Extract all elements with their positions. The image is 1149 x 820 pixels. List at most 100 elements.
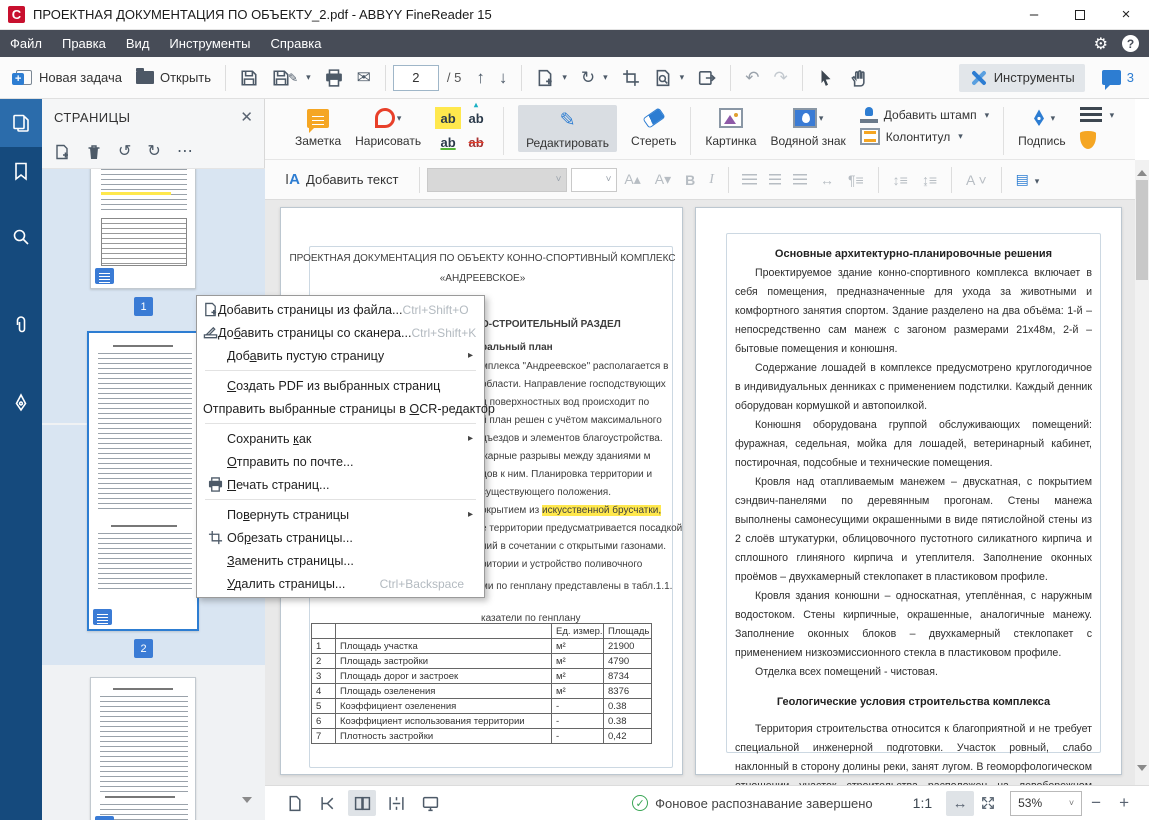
rotate-page-button[interactable]: ↻▾ [574, 64, 615, 91]
context-menu-item[interactable]: Отправить по почте... [197, 450, 484, 473]
edit-button[interactable]: ✎ Редактировать [518, 105, 617, 152]
sidebar-item-signature[interactable] [0, 379, 42, 427]
sidebar-item-pages[interactable] [0, 99, 42, 147]
help-icon[interactable]: ? [1122, 35, 1139, 52]
maximize-button[interactable] [1057, 0, 1103, 29]
highlight-button[interactable]: ab [435, 107, 461, 129]
page-thumbnail[interactable] [90, 677, 196, 820]
bold-button[interactable]: B [685, 172, 695, 188]
font-size-select[interactable]: ˅ [571, 168, 617, 192]
redaction-button[interactable]: ▾ [1080, 107, 1115, 123]
previous-page-button[interactable]: ↑ [469, 64, 492, 91]
paragraph-mark-icon[interactable]: ¶≡ [848, 172, 864, 188]
context-menu-item[interactable]: Отправить выбранные страницы в OCR-редак… [197, 397, 484, 420]
zoom-in-button[interactable]: + [1119, 793, 1129, 813]
underline-button[interactable]: ab [435, 131, 461, 153]
context-menu-item[interactable]: Создать PDF из выбранных страниц [197, 374, 484, 397]
delete-page-icon[interactable] [86, 144, 102, 160]
align-center-icon[interactable] [769, 174, 781, 185]
page-layout-button[interactable]: ▤ ▾ [1016, 171, 1040, 188]
next-page-button[interactable]: ↓ [492, 64, 515, 91]
tools-panel-button[interactable]: Инструменты [959, 64, 1085, 92]
context-menu-item[interactable]: Печать страниц... [197, 473, 484, 496]
select-cursor-button[interactable] [810, 64, 842, 92]
menu-edit[interactable]: Правка [52, 30, 116, 57]
comments-button[interactable]: 3 [1095, 65, 1141, 90]
align-left-icon[interactable] [742, 174, 757, 185]
zoom-select[interactable]: 53% ˅ [1010, 791, 1082, 816]
more-options-icon[interactable]: ⋯ [177, 144, 194, 160]
insert-caret-button[interactable]: ab [463, 107, 489, 129]
context-menu-item[interactable]: Обрезать страницы... [197, 526, 484, 549]
view-continuous-button[interactable] [314, 790, 342, 816]
panel-scroll-down[interactable] [242, 797, 252, 808]
actual-size-button[interactable]: 1:1 [913, 795, 932, 811]
save-button[interactable] [233, 64, 265, 92]
crop-page-button[interactable] [615, 64, 647, 92]
document-page-right[interactable]: Основные архитектурно-планировочные реше… [695, 207, 1122, 775]
page-number-input[interactable]: 2 [393, 65, 439, 91]
line-spacing-icon[interactable]: ↕≡ [893, 172, 908, 188]
sidebar-item-search[interactable] [0, 213, 42, 261]
note-button[interactable]: Заметка [295, 105, 341, 148]
erase-button[interactable]: Стереть [631, 105, 676, 148]
watermark-button[interactable]: ▾ Водяной знак [770, 105, 845, 148]
context-menu-item[interactable]: Заменить страницы... [197, 549, 484, 572]
context-menu-item[interactable]: Удалить страницы...Ctrl+Backspace [197, 572, 484, 595]
increase-font-button[interactable]: A▴ [624, 171, 640, 188]
context-menu-item[interactable]: Добавить страницы из файла...Ctrl+Shift+… [197, 298, 484, 321]
document-scrollbar[interactable] [1135, 160, 1149, 785]
font-family-select[interactable]: ˅ [427, 168, 567, 192]
protection-button[interactable] [1080, 131, 1115, 149]
fit-page-button[interactable] [974, 791, 1002, 816]
strikethrough-button[interactable]: ab [463, 131, 489, 153]
decrease-font-button[interactable]: A▾ [655, 171, 671, 188]
redo-button[interactable]: ↷ [766, 64, 794, 91]
menu-file[interactable]: Файл [0, 30, 52, 57]
save-as-button[interactable]: ✎▾ [265, 64, 318, 92]
close-button[interactable]: × [1103, 0, 1149, 29]
italic-button[interactable]: I [709, 172, 714, 188]
header-footer-button[interactable]: Колонтитул ▾ [860, 128, 989, 145]
scroll-down-arrow[interactable] [1137, 765, 1147, 776]
add-page-icon[interactable] [54, 144, 70, 160]
hand-tool-button[interactable] [842, 64, 874, 92]
page-thumbnail[interactable] [90, 169, 196, 289]
align-right-icon[interactable] [793, 174, 807, 185]
view-two-page-continuous-button[interactable] [382, 790, 410, 816]
add-page-button[interactable]: ▾ [529, 64, 574, 92]
undo-button[interactable]: ↶ [738, 64, 766, 91]
scrollbar-thumb[interactable] [1136, 180, 1148, 280]
settings-gear-icon[interactable]: ⚙ [1094, 34, 1108, 54]
rotate-right-icon[interactable]: ↻ [147, 144, 160, 160]
context-menu-item[interactable]: Сохранить как▸ [197, 427, 484, 450]
open-button[interactable]: Открыть [129, 65, 218, 90]
sidebar-item-bookmarks[interactable] [0, 147, 42, 195]
view-two-page-button[interactable] [348, 790, 376, 816]
font-color-button[interactable]: A ˅ [966, 172, 987, 188]
view-single-page-button[interactable] [280, 790, 308, 816]
fit-width-button[interactable]: ↔ [946, 791, 974, 816]
menu-help[interactable]: Справка [260, 30, 331, 57]
context-menu-item[interactable]: Добавить страницы со сканера...Ctrl+Shif… [197, 321, 484, 344]
context-menu-item[interactable]: Повернуть страницы▸ [197, 503, 484, 526]
view-fullscreen-button[interactable] [416, 790, 444, 816]
zoom-out-button[interactable]: − [1091, 793, 1101, 813]
page-thumbnail-current[interactable] [87, 331, 199, 631]
picture-button[interactable]: Картинка [705, 105, 756, 148]
menu-view[interactable]: Вид [116, 30, 160, 57]
rotate-left-icon[interactable]: ↺ [118, 144, 131, 160]
new-task-button[interactable]: + Новая задача [6, 64, 129, 92]
paragraph-spacing-icon[interactable]: ↨≡ [922, 172, 937, 188]
menu-tools[interactable]: Инструменты [159, 30, 260, 57]
draw-button[interactable]: ▾ Нарисовать [355, 105, 421, 148]
print-button[interactable] [318, 64, 350, 92]
recognize-page-button[interactable]: ▾ [647, 64, 692, 92]
email-button[interactable]: ✉ [350, 64, 378, 91]
signature-button[interactable]: ▾ Подпись [1018, 105, 1066, 148]
add-stamp-button[interactable]: Добавить штамп ▾ [860, 107, 989, 123]
sidebar-item-attachments[interactable] [0, 301, 42, 349]
context-menu-item[interactable]: Добавить пустую страницу▸ [197, 344, 484, 367]
scroll-up-arrow[interactable] [1137, 165, 1147, 176]
minimize-button[interactable]: – [1011, 0, 1057, 29]
